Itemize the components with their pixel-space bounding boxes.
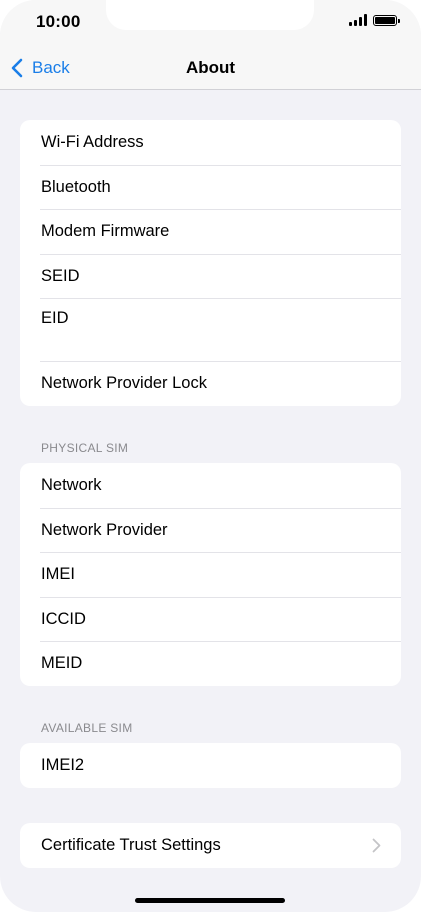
list-item-eid[interactable]: EID [20, 298, 401, 361]
row-label: MEID [41, 654, 83, 673]
section-header-available-sim: AVAILABLE SIM [41, 721, 133, 735]
status-bar: 10:00 [0, 0, 421, 46]
row-label: EID [41, 309, 69, 328]
row-label: Certificate Trust Settings [41, 836, 221, 854]
battery-icon [373, 14, 400, 26]
row-label: Network [41, 476, 102, 494]
certificate-trust-settings-item[interactable]: Certificate Trust Settings [20, 823, 401, 868]
row-label: ICCID [41, 609, 86, 628]
status-time: 10:00 [36, 12, 81, 31]
about-info-group: Wi-Fi Address Bluetooth Modem Firmware S… [20, 120, 401, 406]
certificate-group: Certificate Trust Settings [20, 823, 401, 868]
row-label: Bluetooth [41, 177, 111, 196]
chevron-right-icon [372, 838, 381, 853]
row-label: IMEI [41, 565, 75, 584]
list-item-meid[interactable]: MEID [20, 641, 401, 686]
row-label: SEID [41, 266, 80, 285]
list-item-imei2[interactable]: IMEI2 [20, 743, 401, 788]
section-header-physical-sim: PHYSICAL SIM [41, 441, 129, 455]
navigation-bar: Back About [0, 46, 421, 90]
notch [106, 0, 314, 30]
list-item-network[interactable]: Network [20, 463, 401, 508]
row-label: Wi-Fi Address [41, 133, 144, 151]
list-item-iccid[interactable]: ICCID [20, 596, 401, 642]
page-title: About [185, 58, 236, 77]
physical-sim-group: Network Network Provider IMEI ICCID MEID [20, 463, 401, 686]
list-item-network-provider[interactable]: Network Provider [20, 507, 401, 553]
row-label: Modem Firmware [41, 222, 170, 241]
cellular-signal-icon [349, 14, 367, 26]
list-item-modem-firmware[interactable]: Modem Firmware [20, 209, 401, 254]
list-item-bluetooth[interactable]: Bluetooth [20, 164, 401, 210]
status-icons [349, 14, 400, 26]
home-indicator[interactable] [135, 898, 285, 903]
list-item-imei[interactable]: IMEI [20, 552, 401, 597]
list-item-seid[interactable]: SEID [20, 253, 401, 299]
row-label: Network Provider Lock [41, 374, 207, 393]
phone-screen: 10:00 Back About Wi-Fi Address Bluetooth… [0, 0, 421, 912]
available-sim-group: IMEI2 [20, 743, 401, 788]
list-item-network-provider-lock[interactable]: Network Provider Lock [20, 361, 401, 406]
list-item-wifi-address[interactable]: Wi-Fi Address [20, 120, 401, 165]
row-label: Network Provider [41, 520, 168, 539]
row-label: IMEI2 [41, 756, 85, 774]
